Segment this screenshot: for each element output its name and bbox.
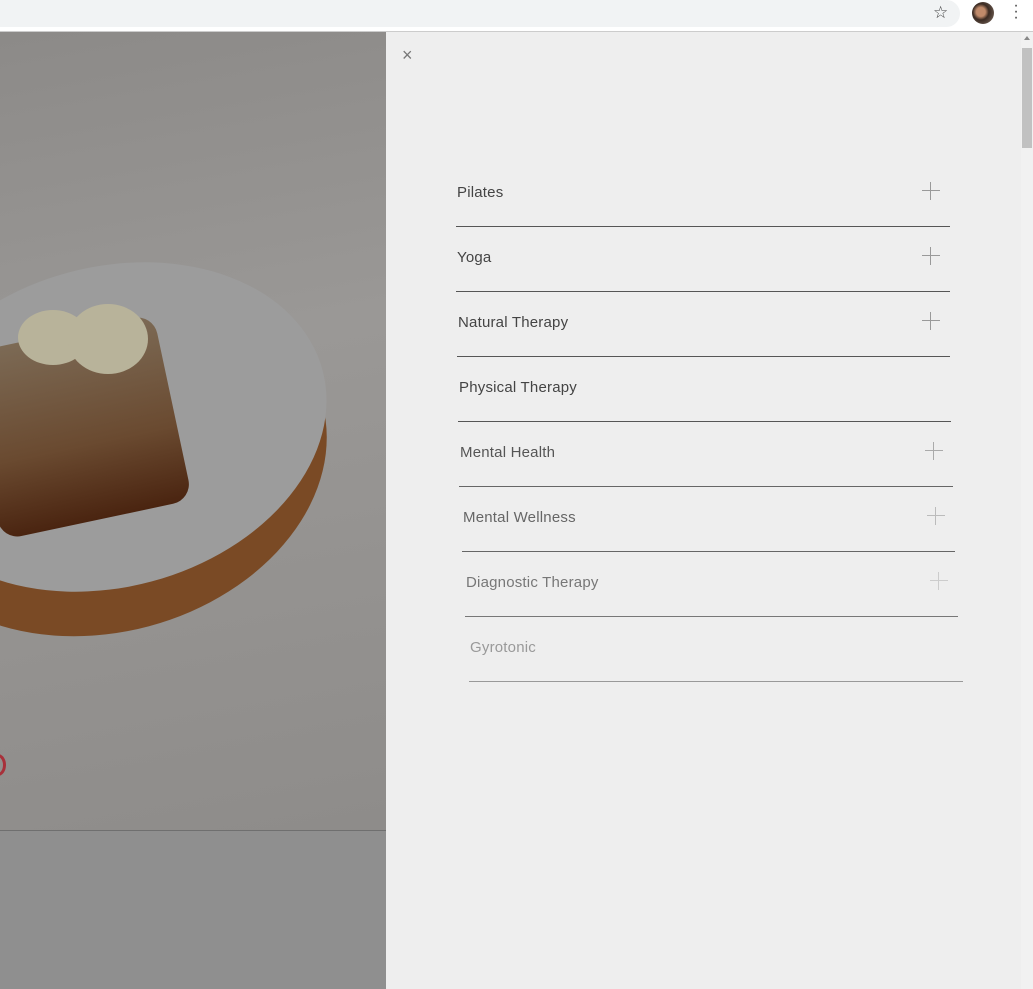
menu-item-label: Physical Therapy (459, 379, 577, 396)
menu-item[interactable]: Physical Therapy (458, 357, 951, 422)
profile-avatar[interactable] (972, 2, 994, 24)
menu-item[interactable]: Pilates (456, 162, 950, 227)
menu-item-label: Diagnostic Therapy (466, 574, 599, 591)
plus-icon[interactable] (930, 572, 948, 590)
scrollbar-thumb[interactable] (1022, 48, 1032, 148)
menu-item[interactable]: Mental Health (459, 422, 953, 487)
browser-toolbar: ☆ · · · (0, 0, 1033, 32)
menu-item-label: Gyrotonic (470, 639, 536, 656)
menu-item-label: Mental Wellness (463, 509, 576, 526)
plus-icon[interactable] (922, 312, 940, 330)
menu-item[interactable]: Yoga (456, 227, 950, 292)
bookmark-star-icon[interactable]: ☆ (933, 3, 948, 23)
plus-icon[interactable] (922, 247, 940, 265)
scrollbar[interactable] (1021, 32, 1033, 989)
plus-icon[interactable] (925, 442, 943, 460)
menu-item-label: Yoga (457, 249, 492, 266)
menu-item-label: Pilates (457, 184, 504, 201)
menu-item[interactable]: Diagnostic Therapy (465, 552, 958, 617)
plus-icon[interactable] (922, 182, 940, 200)
background-page-overlay[interactable] (0, 32, 386, 989)
menu-item-label: Natural Therapy (458, 314, 569, 331)
menu-item[interactable]: Natural Therapy (457, 292, 950, 357)
close-icon[interactable]: × (402, 45, 413, 66)
hero-food-image (0, 32, 386, 831)
kebab-menu-icon[interactable]: · · · (1010, 0, 1022, 26)
plus-icon[interactable] (927, 507, 945, 525)
logo-fragment (0, 754, 6, 776)
address-bar[interactable] (0, 0, 960, 27)
menu-item[interactable]: Mental Wellness (462, 487, 955, 552)
menu-item-label: Mental Health (460, 444, 556, 461)
menu-item[interactable]: Gyrotonic (469, 617, 963, 682)
